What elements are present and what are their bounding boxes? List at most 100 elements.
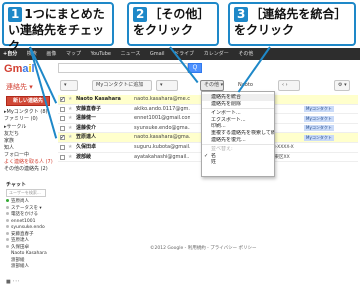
- contact-email: naoto.kasahara@gma...: [134, 134, 190, 141]
- menu-divider: [202, 108, 274, 110]
- pager-nav-buttons[interactable]: ‹ ›: [278, 80, 300, 91]
- gmail-logo[interactable]: Gmail: [4, 63, 35, 75]
- online-status-icon: [6, 199, 9, 202]
- group-menu-button[interactable]: ▾: [156, 80, 178, 91]
- search-input[interactable]: [58, 63, 188, 73]
- topbar-link-images[interactable]: 画像: [46, 51, 56, 57]
- add-to-my-contacts-button[interactable]: Myコンタクトに追加: [92, 80, 152, 91]
- chat-person-name: 笠原達人: [11, 238, 29, 243]
- topbar-link-maps[interactable]: マップ: [66, 51, 81, 57]
- menu-item-merge-contacts[interactable]: 連絡先を統合: [202, 94, 274, 101]
- contact-email: akiko.ando.0117@gm...: [134, 105, 190, 112]
- menu-item-import[interactable]: インポート...: [202, 110, 274, 117]
- callout-number: 2: [133, 7, 148, 22]
- star-icon[interactable]: ★: [68, 153, 72, 162]
- chat-person-name: 久保田卓: [11, 244, 29, 250]
- sidebar-item-friends[interactable]: 友だち: [4, 131, 58, 138]
- contact-name: 遠藤健一: [76, 115, 97, 122]
- offline-status-icon: [6, 231, 9, 235]
- chat-person-name: 笠原尚人: [11, 199, 29, 204]
- chat-person-name: Naoto Kasahara: [11, 251, 47, 256]
- offline-status-icon: [6, 225, 9, 228]
- chat-title: チャット: [6, 182, 26, 188]
- sidebar-item-family-circle[interactable]: 家族: [4, 138, 58, 145]
- row-checkbox[interactable]: [60, 125, 65, 131]
- contact-email: suguru.kubota@gmail...: [134, 143, 190, 150]
- logo-letter: G: [4, 63, 13, 75]
- menu-item-label: 姓: [211, 159, 217, 166]
- chat-person-name: ennet1001: [11, 218, 36, 224]
- phone-icon: [6, 212, 9, 215]
- row-checkbox[interactable]: [60, 144, 65, 150]
- callout-step-1: 1 1つにまとめたい連絡先をチェック: [2, 2, 114, 53]
- chat-person-name: syunsuke.endo: [11, 225, 45, 230]
- contact-name: 安藤直春子: [76, 105, 102, 112]
- more-actions-menu: 連絡先を統合 連絡先を削除 インポート... エクスポート... 印刷... 重…: [201, 91, 275, 177]
- menu-item-sort-last-name[interactable]: 姓: [202, 159, 274, 166]
- star-icon[interactable]: ★: [68, 105, 72, 114]
- chat-search-input[interactable]: ユーザーを検索...: [6, 189, 46, 197]
- topbar-link-more[interactable]: その他: [238, 51, 253, 57]
- menu-item-find-duplicates[interactable]: 重複する連絡先を検索して統合...: [202, 130, 274, 137]
- callout-number: 3: [234, 7, 249, 22]
- topbar-link-youtube[interactable]: YouTube: [91, 51, 111, 57]
- row-checkbox[interactable]: [60, 154, 65, 160]
- chat-bottom-icons[interactable]: ■ ･･･: [6, 278, 20, 285]
- chat-person-name: 渡部綾人: [11, 264, 29, 269]
- row-checkbox[interactable]: [60, 133, 65, 142]
- chat-person[interactable]: 渡部綾人: [6, 264, 58, 271]
- star-icon[interactable]: ★: [68, 95, 72, 104]
- callout-text: ［連絡先を統合］をクリック: [234, 7, 347, 37]
- star-icon[interactable]: ★: [68, 124, 72, 133]
- sidebar-item-other-contacts[interactable]: その他の連絡先 (2): [4, 166, 58, 173]
- select-all-checkbox-button[interactable]: ▾: [60, 80, 78, 91]
- more-actions-button[interactable]: その他 ▾: [200, 80, 224, 91]
- contact-name: 笠原達人: [76, 134, 97, 141]
- contact-name: 遠藤俊介: [76, 124, 97, 131]
- contact-name: 渡部綾: [76, 153, 92, 160]
- callout-number: 1: [8, 7, 23, 22]
- topbar-link-news[interactable]: ニュース: [121, 51, 141, 57]
- chat-person-name: 渡部綾: [11, 257, 25, 263]
- contact-email: ayatakahashi@gmail...: [134, 153, 190, 160]
- menu-item-export[interactable]: エクスポート...: [202, 117, 274, 124]
- group-tag: Myコンタクト: [304, 134, 334, 141]
- contact-email: ennet1001@gmail.com: [134, 115, 190, 122]
- offline-status-icon: [6, 238, 9, 241]
- status-icon: [6, 205, 9, 209]
- topbar-link-calendar[interactable]: カレンダー: [204, 51, 229, 57]
- menu-item-print[interactable]: 印刷...: [202, 123, 274, 130]
- row-checkbox[interactable]: [60, 95, 65, 104]
- topbar-link-gmail[interactable]: Gmail: [150, 51, 165, 57]
- page-footer: ©2012 Google - 利用規約 - プライバシー ポリシー: [150, 246, 257, 251]
- callout-step-2: 2 ［その他］をクリック: [127, 2, 219, 46]
- row-checkbox[interactable]: [60, 106, 65, 112]
- offline-status-icon: [6, 218, 9, 222]
- contact-email: naoto.kasahara@me.c...: [134, 96, 190, 102]
- check-icon: ✓: [204, 152, 209, 159]
- sidebar-item-frequent[interactable]: よく連絡を取る人 (7): [4, 159, 58, 166]
- group-tag: Myコンタクト: [304, 125, 334, 132]
- chat-list: 笠原尚人 ステータスを ▾ 電話をかける ennet1001 syunsuke.…: [6, 199, 58, 271]
- menu-item-sort-first-name[interactable]: ✓ 名: [202, 153, 274, 160]
- star-icon[interactable]: ★: [68, 143, 72, 152]
- gear-icon[interactable]: ⚙ ▾: [334, 80, 350, 91]
- offline-status-icon: [6, 244, 9, 248]
- row-checkbox[interactable]: [60, 116, 65, 122]
- contact-name: 久保田卓: [76, 143, 97, 150]
- chat-person-name: 電話をかける: [11, 212, 38, 217]
- star-icon[interactable]: ★: [68, 114, 72, 123]
- sidebar-item-acquaintances[interactable]: 知人: [4, 145, 58, 152]
- group-tag: Myコンタクト: [304, 115, 334, 122]
- contact-name: Naoto Kasahara: [76, 96, 121, 102]
- callout-text: 1つにまとめたい連絡先をチェック: [8, 7, 105, 53]
- sidebar-item-following[interactable]: フォロー中: [4, 152, 58, 159]
- menu-item-restore[interactable]: 連絡先を復元...: [202, 137, 274, 144]
- sidebar-item-circles[interactable]: ▸サークル: [4, 124, 58, 131]
- menu-divider: [202, 144, 274, 146]
- contacts-app-label[interactable]: 連絡先 ▾: [6, 82, 33, 92]
- chat-person-name: 安藤直春子: [11, 231, 34, 237]
- star-icon[interactable]: ★: [68, 133, 72, 142]
- callout-step-3: 3 ［連絡先を統合］をクリック: [228, 2, 356, 46]
- menu-item-delete-contacts[interactable]: 連絡先を削除: [202, 101, 274, 108]
